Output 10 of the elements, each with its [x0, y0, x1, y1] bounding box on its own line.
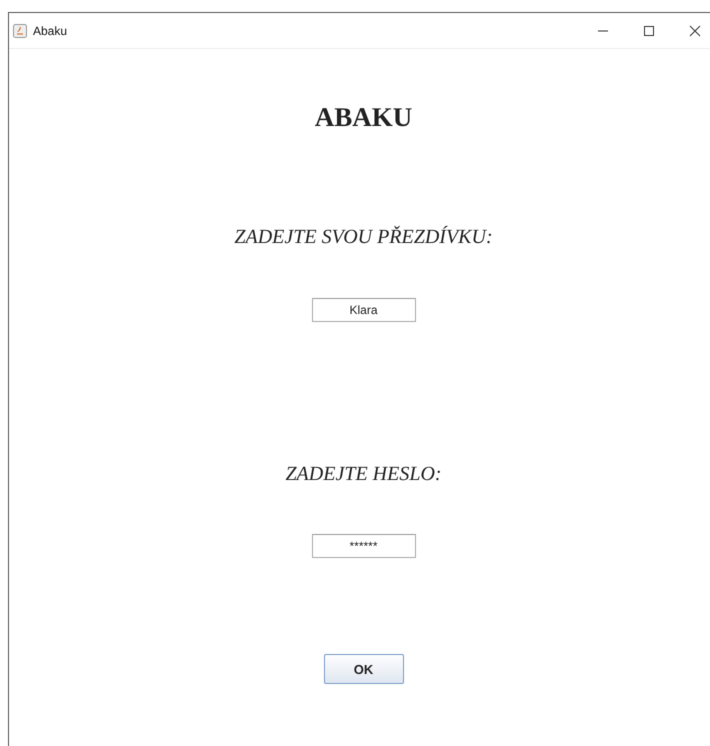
nickname-field[interactable]: Klara — [312, 298, 416, 322]
nickname-label: ZADEJTE SVOU PŘEZDÍVKU: — [234, 225, 493, 249]
password-field[interactable]: ****** — [312, 534, 416, 558]
ok-button[interactable]: OK — [324, 654, 404, 684]
maximize-icon[interactable] — [643, 24, 655, 36]
app-heading: ABAKU — [314, 101, 412, 133]
app-icon — [13, 24, 27, 38]
password-label: ZADEJTE HESLO: — [285, 462, 442, 486]
close-icon[interactable] — [689, 24, 701, 36]
window-title: Abaku — [33, 24, 68, 38]
